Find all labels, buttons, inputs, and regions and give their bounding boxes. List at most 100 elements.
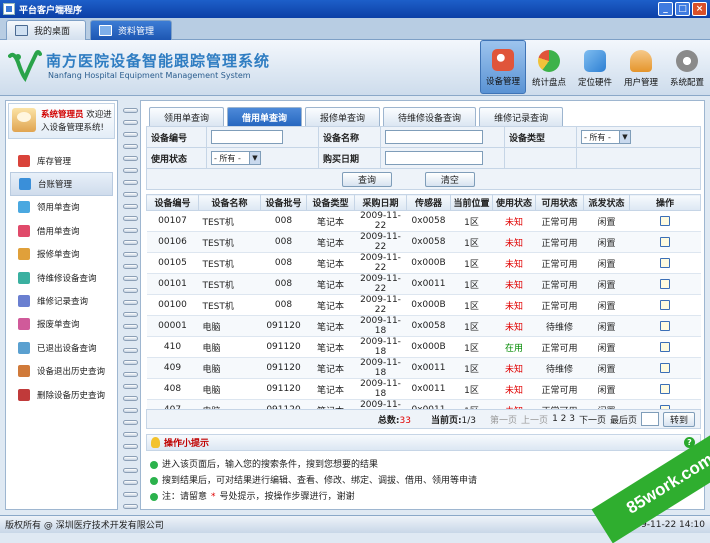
edit-icon[interactable] bbox=[660, 383, 670, 394]
table-cell: 待维修 bbox=[535, 315, 584, 337]
page-number-links[interactable]: 1 2 3 bbox=[552, 414, 575, 424]
table-cell: 2009-11-22 bbox=[354, 294, 407, 316]
sidebar-item-exit-history[interactable]: 设备退出历史查询 bbox=[6, 360, 117, 383]
table-cell: 电脑 bbox=[198, 336, 261, 358]
goto-button[interactable]: 转到 bbox=[663, 411, 695, 427]
sidebar-item-repair[interactable]: 报修单查询 bbox=[6, 243, 117, 266]
tab-borrow-query[interactable]: 借用单查询 bbox=[227, 107, 303, 126]
column-header[interactable]: 当前位置 bbox=[450, 194, 493, 211]
next-page-link[interactable]: 下一页 bbox=[579, 413, 606, 426]
column-header[interactable]: 操作 bbox=[629, 194, 701, 211]
nav-locator-hardware[interactable]: 定位硬件 bbox=[572, 40, 618, 94]
sidebar-item-inventory[interactable]: 库存管理 bbox=[6, 149, 117, 172]
edit-icon[interactable] bbox=[660, 278, 670, 289]
tab-repair-query[interactable]: 报修单查询 bbox=[305, 107, 381, 126]
edit-icon[interactable] bbox=[660, 299, 670, 310]
column-header[interactable]: 设备批号 bbox=[260, 194, 307, 211]
table-row[interactable]: 00105 TEST机 008 笔记本 2009-11-22 0x000B 1区 未知 正常可用… bbox=[146, 252, 701, 274]
table-row[interactable]: 410 电脑 091120 笔记本 2009-11-18 0x000B 1区 在用 正常可用 闲置 bbox=[146, 336, 701, 358]
spiral-ring bbox=[123, 468, 138, 473]
table-cell: 008 bbox=[260, 294, 307, 316]
notebook-spiral bbox=[121, 100, 139, 510]
sidebar-item-ledger[interactable]: 台账管理 bbox=[10, 172, 113, 196]
column-header[interactable]: 设备名称 bbox=[198, 194, 261, 211]
table-row[interactable]: 00100 TEST机 008 笔记本 2009-11-22 0x000B 1区 未知 正常可用… bbox=[146, 294, 701, 316]
table-row[interactable]: 00001 电脑 091120 笔记本 2009-11-18 0x0058 1区 未知 待维修闲… bbox=[146, 315, 701, 337]
column-header[interactable]: 派发状态 bbox=[583, 194, 630, 211]
column-header[interactable]: 设备编号 bbox=[146, 194, 199, 211]
sidebar-item-pending-repair[interactable]: 待维修设备查询 bbox=[6, 266, 117, 289]
sidebar-item-borrow[interactable]: 借用单查询 bbox=[6, 219, 117, 242]
equip-no-input[interactable] bbox=[211, 130, 283, 144]
table-cell bbox=[629, 210, 701, 232]
status-select[interactable]: - 所有 - ▼ bbox=[211, 151, 261, 165]
column-header[interactable]: 采购日期 bbox=[354, 194, 407, 211]
edit-icon[interactable] bbox=[660, 362, 670, 373]
column-header[interactable]: 传感器 bbox=[406, 194, 451, 211]
query-button[interactable]: 查询 bbox=[342, 171, 392, 187]
sidebar-item-exited[interactable]: 已退出设备查询 bbox=[6, 336, 117, 359]
nav-equipment-management[interactable]: 设备管理 bbox=[480, 40, 526, 94]
equip-name-input[interactable] bbox=[385, 130, 483, 144]
equip-no-label: 设备编号 bbox=[146, 126, 207, 148]
last-page-link[interactable]: 最后页 bbox=[610, 413, 637, 426]
edit-icon[interactable] bbox=[660, 341, 670, 352]
sidebar-item-delete-history[interactable]: 删除设备历史查询 bbox=[6, 383, 117, 406]
first-page-link[interactable]: 第一页 bbox=[490, 413, 517, 426]
edit-icon[interactable] bbox=[660, 320, 670, 331]
spiral-ring bbox=[123, 264, 138, 269]
sidebar-item-requisition[interactable]: 领用单查询 bbox=[6, 196, 117, 219]
sidebar-item-scrap[interactable]: 报废单查询 bbox=[6, 313, 117, 336]
scrap-icon bbox=[18, 318, 30, 331]
table-cell: 正常可用 bbox=[535, 378, 584, 400]
requisition-icon bbox=[18, 201, 30, 214]
app-header: 南方医院设备智能跟踪管理系统 Nanfang Hospital Equipmen… bbox=[0, 40, 710, 96]
column-header[interactable]: 使用状态 bbox=[492, 194, 536, 211]
nav-statistics[interactable]: 统计盘点 bbox=[526, 40, 572, 94]
goto-page-input[interactable] bbox=[641, 412, 659, 426]
table-row[interactable]: 00107 TEST机 008 笔记本 2009-11-22 0x0058 1区 未知 正常可用… bbox=[146, 210, 701, 232]
prev-page-link[interactable]: 上一页 bbox=[521, 413, 548, 426]
tab-pending-repair-query[interactable]: 待维修设备查询 bbox=[383, 107, 477, 126]
edit-icon[interactable] bbox=[660, 236, 670, 247]
table-cell: 1区 bbox=[450, 252, 493, 274]
spiral-ring bbox=[123, 252, 138, 257]
table-cell: 091120 bbox=[260, 336, 307, 358]
tab-requisition-query[interactable]: 领用单查询 bbox=[149, 107, 225, 126]
table-row[interactable]: 00106 TEST机 008 笔记本 2009-11-22 0x0058 1区 未知 正常可用… bbox=[146, 231, 701, 253]
table-cell: TEST机 bbox=[198, 231, 261, 253]
table-cell: 0x0011 bbox=[406, 273, 451, 295]
table-cell bbox=[629, 378, 701, 400]
exited-icon bbox=[18, 341, 30, 354]
clear-button[interactable]: 清空 bbox=[424, 171, 475, 187]
table-cell: 笔记本 bbox=[306, 210, 355, 232]
close-button[interactable]: × bbox=[692, 2, 707, 16]
maximize-button[interactable]: □ bbox=[675, 2, 690, 16]
column-header[interactable]: 设备类型 bbox=[306, 194, 355, 211]
gears-icon bbox=[676, 50, 698, 72]
nav-system-config[interactable]: 系统配置 bbox=[664, 40, 710, 94]
tab-repair-record-query[interactable]: 维修记录查询 bbox=[479, 107, 564, 126]
table-cell: 1区 bbox=[450, 210, 493, 232]
sidebar-item-repair-record[interactable]: 维修记录查询 bbox=[6, 289, 117, 312]
table-cell bbox=[629, 336, 701, 358]
nav-user-management[interactable]: 用户管理 bbox=[618, 40, 664, 94]
spiral-ring bbox=[123, 180, 138, 185]
equip-type-select[interactable]: - 所有 - ▼ bbox=[581, 130, 631, 144]
table-cell: 未知 bbox=[492, 210, 536, 232]
tab-data-management[interactable]: 资料管理 bbox=[90, 20, 172, 40]
table-row[interactable]: 409 电脑 091120 笔记本 2009-11-18 0x0011 1区 未知 待维修 闲置 bbox=[146, 357, 701, 379]
table-cell: 2009-11-22 bbox=[354, 273, 407, 295]
spiral-ring bbox=[123, 336, 138, 341]
table-row[interactable]: 00101 TEST机 008 笔记本 2009-11-22 0x0011 1区 未知 正常可用… bbox=[146, 273, 701, 295]
edit-icon[interactable] bbox=[660, 215, 670, 226]
purchase-date-input[interactable] bbox=[385, 151, 483, 165]
table-row[interactable]: 408 电脑 091120 笔记本 2009-11-18 0x0011 1区 未知 正常可用 闲置 bbox=[146, 378, 701, 400]
column-header[interactable]: 可用状态 bbox=[535, 194, 584, 211]
pie-chart-icon bbox=[538, 50, 560, 72]
edit-icon[interactable] bbox=[660, 257, 670, 268]
tab-my-desktop[interactable]: 我的桌面 bbox=[6, 20, 86, 40]
minimize-button[interactable]: _ bbox=[658, 2, 673, 16]
table-cell: 008 bbox=[260, 273, 307, 295]
table-cell: 闲置 bbox=[583, 336, 630, 358]
